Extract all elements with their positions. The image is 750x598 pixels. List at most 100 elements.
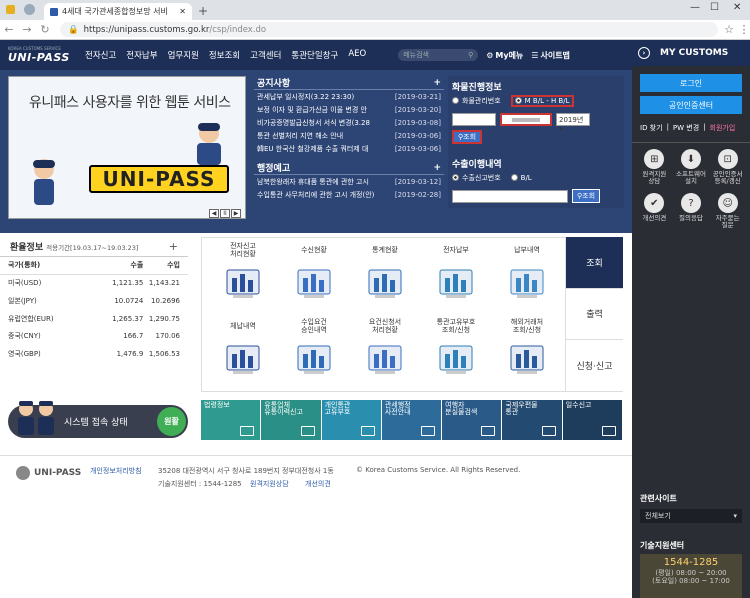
status-label: 시스템 접속 상태 xyxy=(64,418,128,428)
close-tab-icon[interactable]: ✕ xyxy=(179,7,186,16)
hbl-input[interactable] xyxy=(500,112,552,126)
nav-item[interactable]: 고객센터 xyxy=(250,49,281,61)
quick-link-label: 일수신고 xyxy=(565,401,592,409)
service-icon-6[interactable]: 수입요건 승인내역 xyxy=(279,317,349,391)
find-id-link[interactable]: ID 찾기 xyxy=(640,123,663,133)
more-icon[interactable]: + xyxy=(169,240,178,253)
nav-item[interactable]: 업무지원 xyxy=(168,49,199,61)
my-menu-button[interactable]: ⚙ My메뉴 xyxy=(486,50,523,61)
service-icon-1[interactable]: 수신현황 xyxy=(279,241,349,315)
menu-search-input[interactable]: 메뉴검색 ⚲ xyxy=(398,49,479,61)
quick-link-3[interactable]: 관세행정 사전안내 xyxy=(381,400,443,440)
radio-cargo-number[interactable]: 화물관리번호 xyxy=(452,96,501,106)
related-sites-select[interactable]: 전체보기 ▾ xyxy=(640,509,742,523)
profile-icon[interactable] xyxy=(24,4,35,15)
service-illustration-icon xyxy=(297,269,331,298)
remote-support-link[interactable]: 원격지원상담 xyxy=(250,479,289,489)
support-item-4[interactable]: ? 질의응답 xyxy=(673,193,710,229)
prev-icon[interactable]: ◀ xyxy=(209,209,219,218)
export-rate: 1,265.37 xyxy=(112,314,144,323)
maximize-button[interactable]: ☐ xyxy=(710,2,719,13)
radio-icon xyxy=(452,97,459,104)
service-icon-5[interactable]: 체납내역 xyxy=(208,317,278,391)
service-icon-4[interactable]: 납부내역 xyxy=(492,241,562,315)
more-icon[interactable]: + xyxy=(433,78,441,88)
collapse-icon[interactable]: › xyxy=(638,47,650,59)
service-icon-2[interactable]: 통계현황 xyxy=(350,241,420,315)
support-item-icon: ⬇ xyxy=(680,149,701,169)
support-item-2[interactable]: ⊡ 공인인증서 등록/갱신 xyxy=(709,149,746,185)
tab-print[interactable]: 출력 xyxy=(566,288,623,341)
change-pw-link[interactable]: PW 변경 xyxy=(673,123,699,133)
export-search-button[interactable]: ⚲ 조회 xyxy=(572,189,601,203)
webtoon-banner[interactable]: 유니패스 사용자를 위한 웹툰 서비스 UNI-PASS ◀ II ▶ xyxy=(8,76,246,219)
quick-link-0[interactable]: 법령정보 xyxy=(201,400,262,440)
notice-item[interactable]: 남북한왕래자 휴대품 통관에 관한 고시 [2019-03-12] xyxy=(254,175,444,188)
nav-item[interactable]: 전자납부 xyxy=(126,49,157,61)
tab-title: 4세대 국가관세종합정보망 서비 xyxy=(62,7,168,16)
notice-item[interactable]: 韓EU 한국산 철강제품 수출 쿼터제 대 [2019-03-06] xyxy=(254,142,444,155)
browser-menu-icon[interactable]: ⋮ xyxy=(738,23,750,36)
back-icon[interactable]: ← xyxy=(0,23,18,36)
account-links: ID 찾기 | PW 변경 | 회원가입 xyxy=(632,114,750,143)
forward-icon[interactable]: → xyxy=(18,23,36,36)
nav-item[interactable]: AEO xyxy=(348,49,366,61)
status-badge: 원활 xyxy=(157,407,186,436)
quick-link-2[interactable]: 개인통관 고유부호 xyxy=(321,400,382,440)
search-icon[interactable]: ⚲ xyxy=(468,51,473,59)
notice-item[interactable]: 비가공증명발급신청서 서식 변경(3.28 [2019-03-08] xyxy=(254,116,444,129)
service-icon-7[interactable]: 요건신청서 처리현황 xyxy=(350,317,420,391)
service-icon-0[interactable]: 전자신고 처리현황 xyxy=(208,241,278,315)
radio-export-bl[interactable]: B/L xyxy=(510,174,532,182)
quick-link-5[interactable]: 국제우편물 통관 xyxy=(502,400,563,440)
support-item-5[interactable]: ☺ 자주묻는 질문 xyxy=(709,193,746,229)
star-icon[interactable]: ☆ xyxy=(724,23,734,36)
new-tab-button[interactable]: + xyxy=(198,4,208,18)
next-icon[interactable]: ▶ xyxy=(231,209,241,218)
service-icon-9[interactable]: 해외거래처 조회/신청 xyxy=(492,317,562,391)
service-icon-3[interactable]: 전자납부 xyxy=(421,241,491,315)
service-icon-8[interactable]: 통관고유부호 조회/신청 xyxy=(421,317,491,391)
pause-button[interactable]: II xyxy=(220,209,230,218)
url-input[interactable]: 🔒 https://unipass.customs.go.kr/csp/inde… xyxy=(60,22,719,37)
quick-link-4[interactable]: 여행자 분실물검색 xyxy=(442,400,503,440)
cert-center-button[interactable]: 공인인증센터 xyxy=(640,96,742,114)
nav-item[interactable]: 전자신고 xyxy=(85,49,116,61)
support-item-1[interactable]: ⬇ 소프트웨어 설치 xyxy=(673,149,710,185)
quick-link-6[interactable]: 일수신고 xyxy=(562,400,623,440)
support-item-3[interactable]: ✔ 개선의견 xyxy=(636,193,673,229)
radio-bl-number[interactable]: M B/L - H B/L xyxy=(510,94,574,107)
cargo-search-button[interactable]: ⚲ 조회 xyxy=(452,130,483,144)
radio-export-number[interactable]: 수출신고번호 xyxy=(452,173,501,183)
tech-support-title: 기술지원센터 xyxy=(640,541,685,550)
join-link[interactable]: 회원가입 xyxy=(710,123,736,133)
tab-lookup[interactable]: 조회 xyxy=(566,237,623,289)
service-illustration-icon xyxy=(439,345,473,374)
notice-item[interactable]: 통관 선별처리 지연 해소 안내 [2019-03-06] xyxy=(254,129,444,142)
mbl-input[interactable] xyxy=(452,112,496,126)
nav-item[interactable]: 통관단일창구 xyxy=(291,49,338,61)
support-hours-saturday: (토요일) 08:00 ~ 17:00 xyxy=(652,577,730,586)
privacy-link[interactable]: 개인정보처리방침 xyxy=(90,466,142,476)
support-item-0[interactable]: ⊞ 원격지원 상담 xyxy=(636,149,673,185)
banner-unipass-logo: UNI-PASS xyxy=(89,165,229,193)
site-logo[interactable]: KOREA CUSTOMS SERVICE UNI-PASS xyxy=(0,40,95,70)
year-select[interactable]: 2019년 ▾ xyxy=(556,112,590,133)
minimize-button[interactable]: — xyxy=(690,2,700,13)
close-window-button[interactable]: ✕ xyxy=(733,2,741,13)
notice-text: 관세납부 일시정지(3.22 23:30) xyxy=(257,92,355,101)
sitemap-button[interactable]: ☰ 사이트맵 xyxy=(531,50,570,61)
quick-link-1[interactable]: 유통업체 유통이력신고 xyxy=(261,400,322,440)
notice-item[interactable]: 관세납부 일시정지(3.22 23:30) [2019-03-21] xyxy=(254,90,444,103)
nav-item[interactable]: 정보조회 xyxy=(209,49,240,61)
bookmark-icon[interactable] xyxy=(6,5,15,14)
more-icon[interactable]: + xyxy=(433,163,441,173)
tab-apply[interactable]: 신청·신고 xyxy=(566,340,623,392)
opinion-link[interactable]: 개선의견 xyxy=(305,479,331,489)
browser-tab[interactable]: 4세대 국가관세종합정보망 서비 ✕ xyxy=(44,3,192,20)
export-input[interactable] xyxy=(452,189,568,203)
notice-item[interactable]: 수입통관 사무처리에 관한 고시 개정(안) [2019-02-28] xyxy=(254,188,444,201)
notice-item[interactable]: 보정 이자 및 환급가산금 이율 변경 안 [2019-03-20] xyxy=(254,103,444,116)
reload-icon[interactable]: ↻ xyxy=(36,23,54,36)
login-button[interactable]: 로그인 xyxy=(640,74,742,92)
